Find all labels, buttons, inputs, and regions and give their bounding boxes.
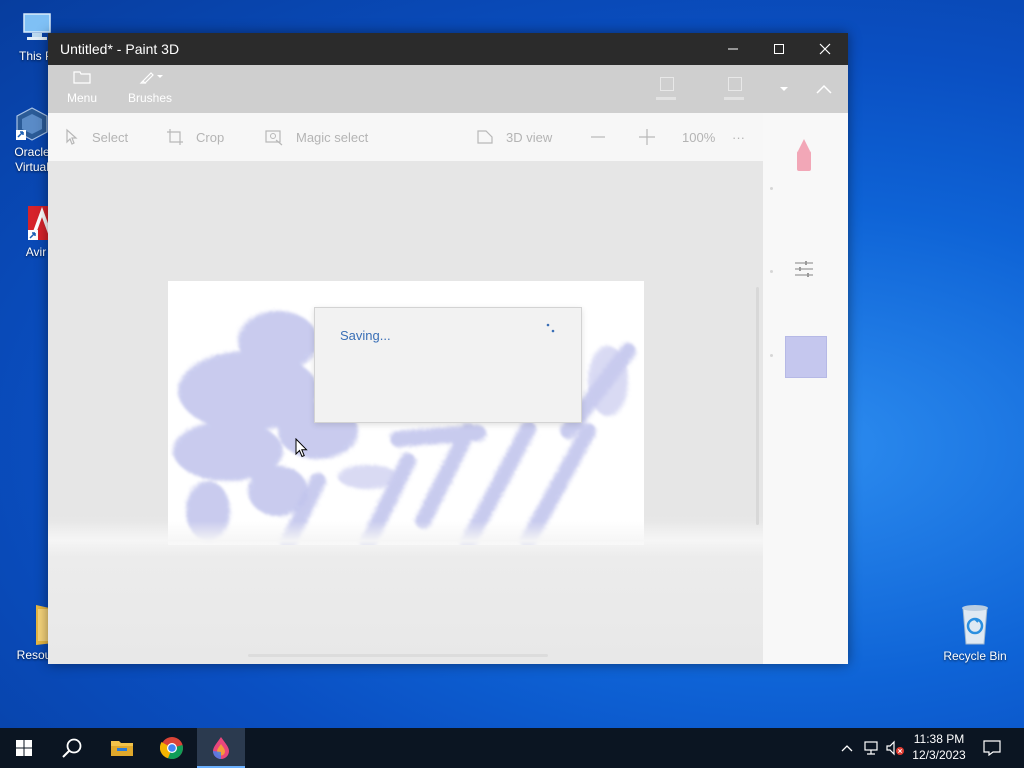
zoom-value: 100% [682,129,716,145]
saving-message: Saving... [340,328,391,343]
window-titlebar[interactable]: Untitled* - Paint 3D [48,33,848,65]
taskbar: 11:38 PM 12/3/2023 [0,728,1024,768]
desktop-icon-recycle-bin[interactable]: Recycle Bin [942,602,1008,664]
ribbon-dropdown-button[interactable] [774,81,794,97]
brushes-label: Brushes [128,91,173,105]
zoom-out-button[interactable] [590,113,606,161]
start-button[interactable] [0,728,48,768]
sliders-icon [795,261,813,277]
color-swatch[interactable] [785,336,827,378]
close-icon [819,43,831,55]
maximize-icon [774,44,784,54]
horizontal-scrollbar[interactable] [248,654,548,657]
search-icon [62,738,82,758]
paint3d-taskbar-button[interactable] [197,728,245,768]
magic-select-label: Magic select [296,129,369,145]
close-button[interactable] [802,33,848,65]
select-tool[interactable]: Select [64,113,128,161]
chrome-icon [160,737,183,760]
notification-icon [983,740,1001,756]
side-panel [763,113,848,664]
canvas-workspace[interactable]: Saving... [48,161,763,664]
recycle-bin-icon [957,602,993,646]
paint3d-window: Untitled* - Paint 3D Menu Brushes Select… [48,33,848,664]
panel-dot [770,354,773,357]
clock-time: 11:38 PM [913,732,965,746]
loading-spinner-icon [546,323,555,333]
chevron-up-icon [841,745,853,752]
folder-icon [73,71,91,84]
windows-logo-icon [16,740,32,756]
faded-ribbon-item [651,75,681,103]
paint3d-icon [213,737,229,759]
more-options-button[interactable]: ··· [732,113,745,161]
volume-muted-icon [886,740,904,756]
tool-preview-button[interactable] [793,137,815,173]
select-label: Select [92,129,129,145]
network-icon [864,741,878,755]
chevron-up-icon [816,84,832,94]
clock-date: 12/3/2023 [912,748,966,762]
minus-icon [591,136,605,138]
window-title: Untitled* - Paint 3D [60,41,180,57]
menu-label: Menu [66,91,98,105]
volume-button[interactable] [884,728,906,768]
faded-ribbon-item [719,75,749,103]
folder-icon [111,741,133,756]
vertical-scrollbar[interactable] [756,287,759,525]
show-hidden-icons-button[interactable] [838,728,856,768]
network-button[interactable] [860,728,882,768]
menu-button[interactable]: Menu [62,69,102,105]
maximize-button[interactable] [756,33,802,65]
minimize-icon [728,48,738,50]
chrome-button[interactable] [148,728,196,768]
magic-select-tool[interactable]: Magic select [264,113,368,161]
crayon-icon [797,139,811,171]
desktop-icon-label: Recycle Bin [943,649,1007,663]
canvas-toolbar: Select Crop Magic select 3D view 100% ··… [48,113,848,161]
saving-dialog: Saving... [314,307,582,423]
more-options-label: ··· [732,129,745,145]
collapse-ribbon-button[interactable] [810,79,838,99]
file-explorer-button[interactable] [98,728,146,768]
minimize-button[interactable] [710,33,756,65]
magic-select-icon [265,130,283,146]
crop-label: Crop [196,129,225,145]
brushes-button[interactable]: Brushes [128,69,172,105]
3d-view-icon [477,130,493,144]
panel-dot [770,270,773,273]
brush-settings-button[interactable] [793,258,815,280]
crop-tool[interactable]: Crop [166,113,224,161]
virtualbox-icon [14,106,50,142]
search-button[interactable] [48,728,96,768]
brush-icon [139,72,163,84]
chevron-down-icon [780,87,788,91]
plus-icon [639,129,655,145]
canvas-fade [48,521,763,557]
zoom-in-button[interactable] [638,113,656,161]
ribbon: Menu Brushes [48,65,848,113]
zoom-level[interactable]: 100% [682,113,715,161]
panel-dot [770,187,773,190]
notifications-button[interactable] [978,728,1006,768]
mouse-cursor-icon [295,438,308,458]
3d-view-toggle[interactable]: 3D view [476,113,552,161]
crop-icon [167,129,183,145]
cursor-icon [66,128,78,145]
system-clock[interactable]: 11:38 PM 12/3/2023 [904,731,974,763]
3d-view-label: 3D view [506,129,553,145]
